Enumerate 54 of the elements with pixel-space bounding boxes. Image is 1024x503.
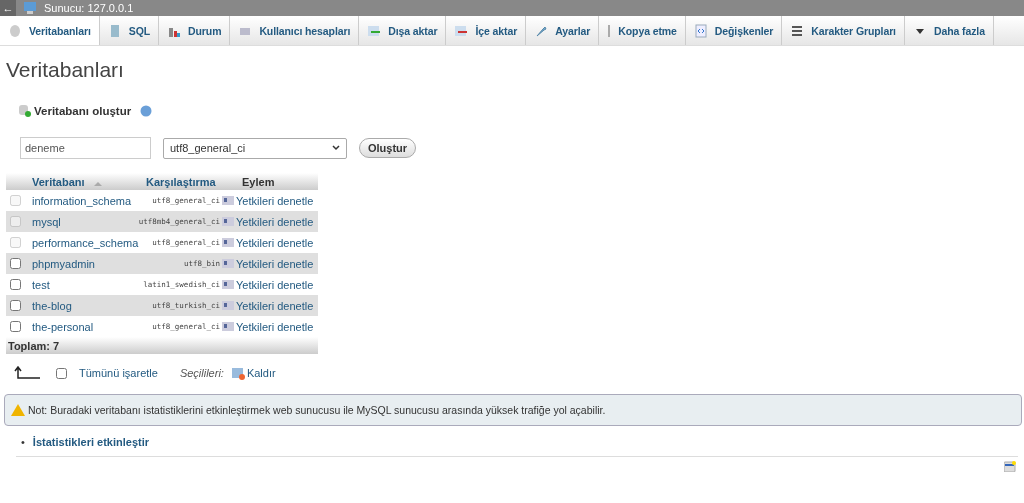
notice-text: Not: Buradaki veritabanı istatistiklerini etkinleştirmek web sunucusu ile MySQL sunucusu arasında yüksek trafiğe yol açabilir. [28,404,606,416]
arrow-up-icon [14,366,40,380]
menu-tab[interactable]: İçe aktar [446,16,527,45]
with-selected-label: Seçilileri: [179,367,224,379]
database-name-field[interactable]: deneme [20,137,151,159]
row-checkbox[interactable] [10,258,21,269]
chevron-down-icon [332,145,340,151]
database-link[interactable]: the-blog [28,299,142,312]
column-header[interactable]: Veritabanı [28,173,142,190]
privileges-link[interactable]: Yetkileri denetle [222,299,318,312]
menu-tab[interactable]: Ayarlar [526,16,600,45]
window-icon[interactable] [1004,461,1016,472]
menu-tab[interactable]: Daha fazla [904,16,994,45]
menu-tab[interactable]: Kopya etme [599,16,686,45]
privileges-link[interactable]: Yetkileri denetle [222,320,318,333]
enable-stats-link[interactable]: İstatistikleri etkinleştir [32,436,150,448]
menu-tab[interactable]: SQL [99,16,160,45]
row-checkbox[interactable] [10,321,21,332]
column-header[interactable]: Karşılaştırma [142,173,238,190]
menu-tab[interactable]: Değişkenler [685,16,783,45]
menu-tab[interactable]: Kullanıcı hesapları [230,16,360,45]
check-all-label[interactable]: Tümünü işaretle [79,367,158,379]
section-heading: Veritabanı oluştur [34,104,132,117]
import-icon [454,23,469,38]
database-add-icon [18,104,31,117]
column-header: Eylem [238,173,318,190]
back-button[interactable]: ← [0,0,16,16]
menu-tab[interactable]: Durum [159,16,231,45]
database-link[interactable]: the-personal [28,320,142,333]
export-icon [367,23,382,38]
privileges-link[interactable]: Yetkileri denetle [222,257,318,270]
total-cell: Toplam: 7 [6,337,318,354]
warning-icon [11,404,25,416]
menu-tab[interactable]: Karakter Grupları [782,16,905,45]
drop-link[interactable]: Kaldır [231,366,276,380]
row-checkbox[interactable] [10,300,21,311]
menu-tab[interactable]: Veritabanları [0,16,100,45]
database-link[interactable]: test [28,278,142,291]
row-checkbox[interactable] [10,279,21,290]
server-title: Sunucu: 127.0.0.1 [44,2,134,14]
list-icon [790,23,805,38]
code-file-icon [693,23,708,38]
collation-dropdown[interactable]: utf8_general_ci [163,137,347,159]
create-button[interactable]: Oluştur [359,138,417,158]
database-icon [8,23,22,38]
table-delete-icon [231,366,245,380]
bullet: • [21,436,25,448]
server-icon [24,2,38,14]
sort-icon [93,180,102,186]
database-link[interactable]: phpmyadmin [28,257,142,270]
privileges-link[interactable]: Yetkileri denetle [222,278,318,291]
menu-tab[interactable]: Dışa aktar [359,16,447,45]
page-title: Veritabanları [6,58,125,82]
check-all-checkbox[interactable] [56,367,67,379]
